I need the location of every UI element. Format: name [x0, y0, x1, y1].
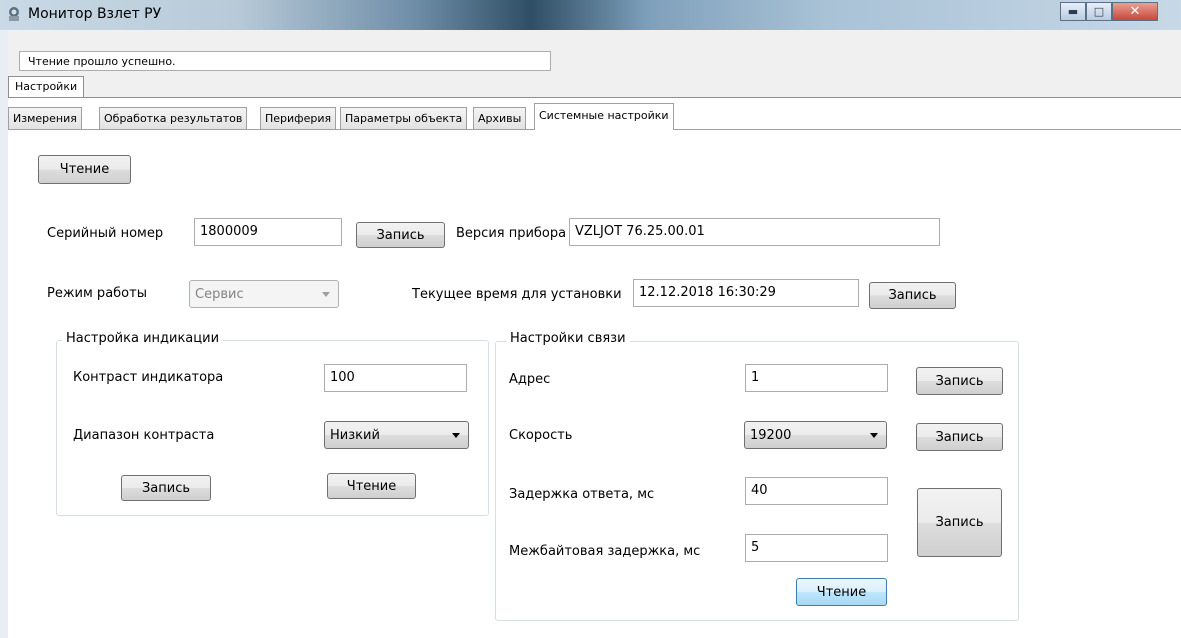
- contrast-range-label: Диапазон контраста: [73, 428, 215, 443]
- speed-select[interactable]: 19200: [744, 421, 887, 449]
- serial-number-input[interactable]: 1800009: [194, 218, 342, 246]
- tab-modbus-settings[interactable]: Настройки по ModBus: [8, 76, 85, 113]
- display-read-button[interactable]: Чтение: [327, 473, 416, 499]
- display-write-button[interactable]: Запись: [121, 475, 211, 501]
- contrast-range-select[interactable]: Низкий: [324, 421, 469, 449]
- serial-number-label: Серийный номер: [47, 226, 164, 241]
- address-write-button[interactable]: Запись: [916, 367, 1003, 395]
- address-label: Адрес: [509, 372, 551, 387]
- speed-label: Скорость: [509, 428, 573, 443]
- response-delay-input[interactable]: 40: [745, 477, 888, 505]
- device-version-label: Версия прибора: [456, 226, 567, 241]
- operating-mode-value: Сервис: [195, 286, 244, 302]
- address-input[interactable]: 1: [745, 364, 888, 392]
- interbyte-delay-input[interactable]: 5: [745, 534, 888, 562]
- delays-write-button[interactable]: Запись: [917, 488, 1002, 557]
- display-settings-title: Настройка индикации: [62, 331, 224, 346]
- communication-settings-title: Настройки связи: [506, 331, 630, 346]
- interbyte-delay-label: Межбайтовая задержка, мс: [509, 544, 701, 559]
- communication-read-button[interactable]: Чтение: [796, 578, 887, 606]
- maximize-icon: □: [1093, 5, 1105, 18]
- current-time-input[interactable]: 12.12.2018 16:30:29: [633, 279, 859, 307]
- contrast-label: Контраст индикатора: [73, 370, 224, 385]
- window-title: Монитор Взлет РУ: [28, 6, 162, 22]
- tab-archives[interactable]: Архивы: [473, 107, 527, 129]
- app-icon: [9, 7, 19, 21]
- chevron-down-icon: [452, 433, 460, 438]
- status-message-field: Чтение прошло успешно.: [19, 51, 551, 71]
- chevron-down-icon: [870, 433, 878, 438]
- current-time-label: Текущее время для установки: [412, 287, 622, 302]
- maximize-button[interactable]: □: [1086, 2, 1112, 21]
- tab-measurements[interactable]: Измерения: [8, 107, 82, 129]
- tab-peripherals[interactable]: Периферия: [260, 107, 337, 129]
- tab-results-processing[interactable]: Обработка результатов: [99, 107, 248, 129]
- chevron-down-icon: [322, 292, 330, 297]
- minimize-icon: ▬: [1067, 5, 1079, 18]
- operating-mode-label: Режим работы: [47, 286, 147, 301]
- serial-write-button[interactable]: Запись: [356, 222, 445, 248]
- contrast-input[interactable]: 100: [324, 364, 467, 392]
- contrast-range-value: Низкий: [330, 427, 380, 443]
- window-controls: ▬ □ ✕: [1060, 2, 1158, 22]
- read-button[interactable]: Чтение: [38, 155, 131, 184]
- close-icon: ✕: [1129, 4, 1141, 19]
- speed-write-button[interactable]: Запись: [916, 423, 1003, 451]
- speed-value: 19200: [750, 427, 792, 443]
- time-write-button[interactable]: Запись: [869, 282, 956, 309]
- tab-system-settings[interactable]: Системные настройки: [534, 103, 674, 130]
- tab-object-parameters[interactable]: Параметры объекта: [340, 107, 468, 129]
- response-delay-label: Задержка ответа, мс: [509, 487, 655, 502]
- close-button[interactable]: ✕: [1112, 2, 1158, 21]
- operating-mode-select: Сервис: [189, 280, 339, 308]
- minimize-button[interactable]: ▬: [1060, 2, 1086, 21]
- title-bar[interactable]: Монитор Взлет РУ ▬ □ ✕: [0, 0, 1181, 30]
- device-version-field: VZLJOT 76.25.00.01: [569, 218, 940, 246]
